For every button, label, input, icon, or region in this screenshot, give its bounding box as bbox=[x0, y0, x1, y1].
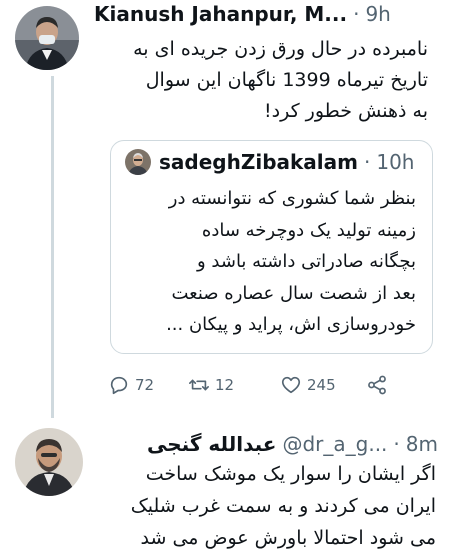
reply-count: 72 bbox=[135, 376, 155, 394]
share-button[interactable] bbox=[366, 372, 393, 398]
quoted-tweet-card[interactable]: sadeghZibakalam · 10h بنظر شما کشوری که … bbox=[110, 140, 433, 354]
tweet-text-line: تاریخ تیرماه 1399 ناگهان این سوال bbox=[145, 69, 428, 91]
like-button[interactable]: 245 bbox=[280, 372, 336, 398]
avatar[interactable] bbox=[15, 6, 79, 70]
tweet-header: عبدالله گنجی @dr_a_g... · 8m bbox=[147, 432, 438, 456]
tweet-text-line: می شود احتمالا باورش عوض می شد bbox=[140, 527, 436, 549]
tweet-text: اگر ایشان را سوار یک موشک ساخت ایران می … bbox=[96, 458, 436, 554]
quoted-text-line: خودروسازی اش، پراید و پیکان ... bbox=[166, 314, 416, 335]
quoted-avatar bbox=[125, 149, 151, 175]
retweet-count: 12 bbox=[215, 376, 235, 394]
author-name[interactable]: عبدالله گنجی bbox=[147, 432, 276, 456]
tweet-text-line: به ذهنش خطور کرد! bbox=[264, 100, 428, 122]
retweet-icon bbox=[189, 379, 209, 391]
quoted-timestamp: 10h bbox=[376, 150, 415, 174]
quoted-text-line: بعد از شصت سال عصاره صنعت bbox=[171, 282, 417, 304]
tweet-text-line: نامبرده در حال ورق زدن جریده ای به bbox=[133, 38, 428, 60]
tweet-actions: 72 12 245 bbox=[108, 372, 398, 398]
quoted-text-line: زمینه تولید یک دوچرخه ساده bbox=[201, 219, 416, 241]
author-handle[interactable]: @dr_a_g... bbox=[282, 432, 387, 456]
heart-icon bbox=[281, 376, 301, 394]
like-count: 245 bbox=[307, 376, 336, 394]
reply-icon bbox=[110, 376, 128, 395]
quoted-author-handle: sadeghZibakalam bbox=[159, 150, 358, 174]
separator-dot: · bbox=[364, 150, 371, 174]
retweet-button[interactable]: 12 bbox=[188, 372, 234, 398]
quoted-tweet-text: بنظر شما کشوری که نتوانسته در زمینه تولی… bbox=[116, 183, 416, 341]
reply-button[interactable]: 72 bbox=[108, 372, 154, 398]
tweet-text: نامبرده در حال ورق زدن جریده ای به تاریخ… bbox=[88, 34, 428, 127]
avatar[interactable] bbox=[15, 428, 83, 496]
tweet-text-line: اگر ایشان را سوار یک موشک ساخت bbox=[145, 463, 436, 485]
tweet-text-line: ایران می کردند و به سمت غرب شلیک bbox=[130, 495, 436, 517]
tweet-header: Kianush Jahanpur, M... · 9h bbox=[94, 2, 391, 26]
quoted-text-line: بنظر شما کشوری که نتوانسته در bbox=[168, 188, 416, 209]
timestamp[interactable]: 9h bbox=[365, 2, 390, 26]
thread-connector-line bbox=[51, 76, 54, 418]
separator-dot: · bbox=[393, 432, 400, 456]
share-icon bbox=[368, 375, 386, 395]
quoted-tweet-header: sadeghZibakalam · 10h bbox=[125, 149, 414, 175]
author-name[interactable]: Kianush Jahanpur, M... bbox=[94, 2, 347, 26]
timestamp[interactable]: 8m bbox=[406, 432, 438, 456]
separator-dot: · bbox=[353, 2, 360, 26]
quoted-text-line: بچگانه صادراتی داشته باشد و bbox=[197, 251, 416, 272]
